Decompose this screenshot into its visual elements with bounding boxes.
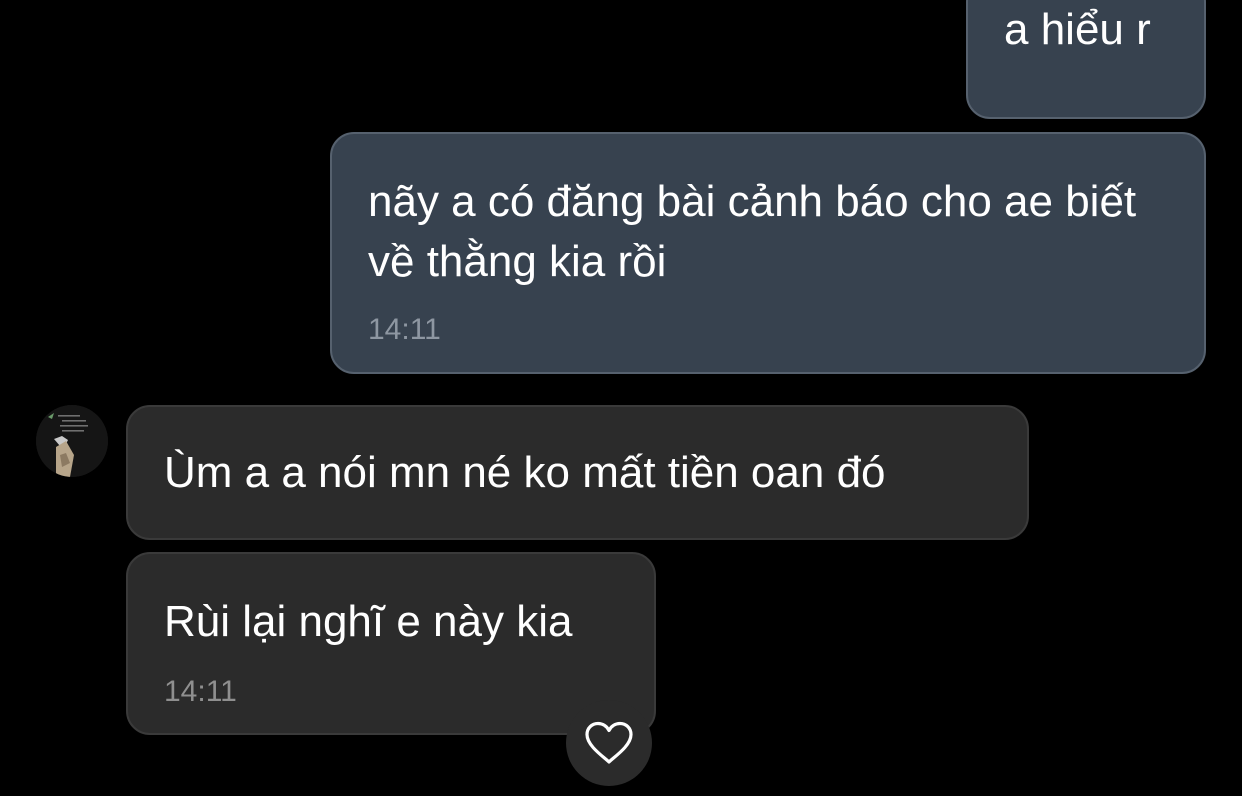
like-reaction-button[interactable] xyxy=(566,700,652,786)
message-text: Ùm a a nói mn né ko mất tiền oan đó xyxy=(164,448,886,497)
message-bubble-incoming[interactable]: Ùm a a nói mn né ko mất tiền oan đó xyxy=(126,405,1029,540)
message-bubble-outgoing[interactable]: a hiểu r xyxy=(966,0,1206,119)
message-bubble-incoming[interactable]: Rùi lại nghĩ e này kia 14:11 xyxy=(126,552,656,735)
message-text: nãy a có đăng bài cảnh báo cho ae biết v… xyxy=(368,177,1137,286)
message-timestamp: 14:11 xyxy=(164,675,237,708)
message-bubble-outgoing[interactable]: nãy a có đăng bài cảnh báo cho ae biết v… xyxy=(330,132,1206,374)
avatar-image xyxy=(36,405,108,477)
message-text: Rùi lại nghĩ e này kia xyxy=(164,597,573,646)
heart-icon xyxy=(585,721,633,764)
message-timestamp: 14:11 xyxy=(368,313,441,346)
contact-avatar[interactable] xyxy=(36,405,108,477)
message-text: a hiểu r xyxy=(1004,5,1151,54)
